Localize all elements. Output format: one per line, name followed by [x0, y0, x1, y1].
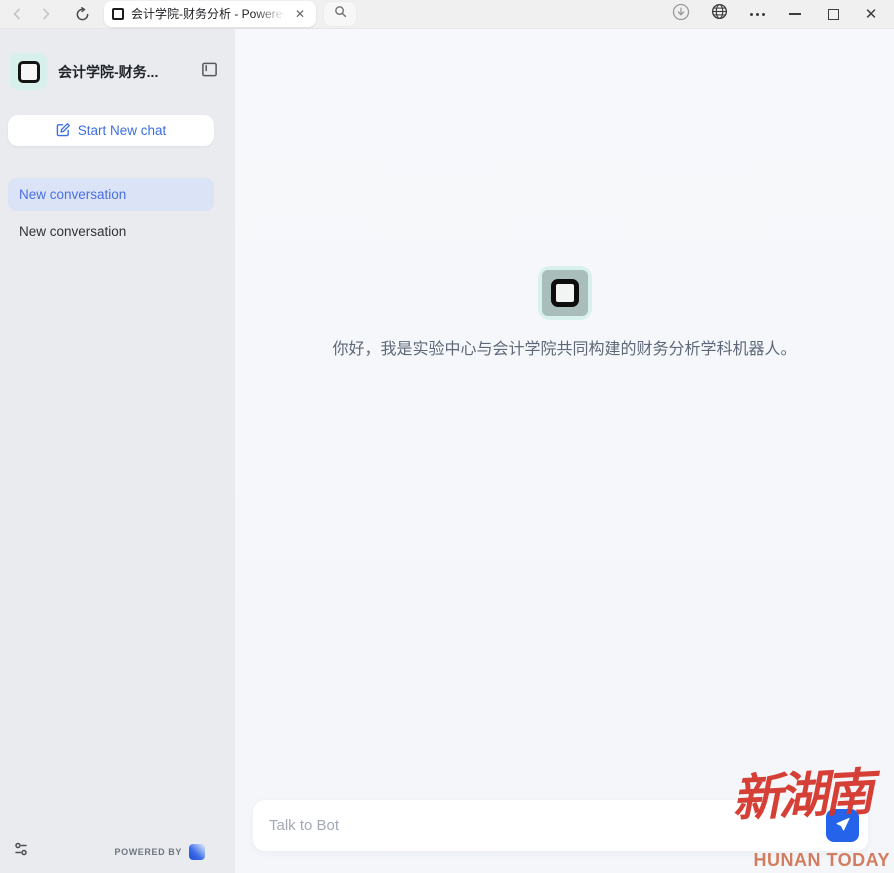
dify-logo-icon[interactable] — [189, 844, 205, 860]
conversation-label: New conversation — [19, 224, 126, 239]
back-icon — [10, 7, 24, 21]
chat-input-bar — [253, 800, 868, 851]
sidebar-footer: POWERED BY — [0, 841, 235, 862]
downloads-button[interactable] — [670, 3, 692, 25]
search-tabs-button[interactable] — [323, 1, 357, 27]
welcome-hero: 你好，我是实验中心与会计学院共同构建的财务分析学科机器人。 — [235, 266, 894, 359]
conversation-item[interactable]: New conversation — [8, 178, 214, 211]
refresh-icon — [75, 7, 90, 22]
more-icon — [750, 13, 765, 16]
tab-close-icon[interactable]: ✕ — [292, 6, 308, 22]
browser-menu-globe-button[interactable] — [708, 3, 730, 25]
compose-icon — [56, 122, 71, 140]
conversation-item[interactable]: New conversation — [8, 215, 214, 248]
search-icon — [334, 5, 347, 23]
sidebar-header: 会计学院-财务... — [0, 29, 235, 90]
globe-icon — [711, 3, 728, 25]
maximize-icon — [828, 9, 839, 20]
app-title: 会计学院-财务... — [58, 62, 190, 82]
app-logo-square-icon — [18, 61, 40, 83]
start-new-chat-button[interactable]: Start New chat — [8, 115, 214, 146]
app-logo — [10, 53, 47, 90]
download-icon — [672, 3, 690, 26]
chat-main: 你好，我是实验中心与会计学院共同构建的财务分析学科机器人。 — [235, 29, 894, 873]
conversation-label: New conversation — [19, 187, 126, 202]
maximize-button[interactable] — [822, 3, 844, 25]
bot-logo-image — [542, 270, 588, 316]
panel-left-icon — [201, 61, 218, 83]
window-close-icon: ✕ — [865, 7, 878, 22]
back-button[interactable] — [5, 2, 29, 26]
conversation-list: New conversation New conversation — [0, 178, 235, 248]
start-new-chat-label: Start New chat — [78, 123, 167, 138]
powered-by-label: POWERED BY — [114, 847, 182, 857]
bot-logo — [538, 266, 592, 320]
chat-input[interactable] — [269, 817, 826, 834]
bot-greeting: 你好，我是实验中心与会计学院共同构建的财务分析学科机器人。 — [235, 335, 894, 359]
settings-button[interactable] — [13, 841, 31, 862]
minimize-button[interactable] — [784, 3, 806, 25]
forward-button[interactable] — [34, 2, 58, 26]
window-close-button[interactable]: ✕ — [860, 3, 882, 25]
browser-titlebar: 会计学院-财务分析 - Powered ✕ ✕ — [0, 0, 894, 29]
collapse-sidebar-button[interactable] — [201, 63, 219, 81]
forward-icon — [39, 7, 53, 21]
minimize-icon — [789, 13, 801, 15]
tab-favicon-square-icon — [112, 8, 124, 20]
send-icon — [835, 816, 851, 835]
browser-tab[interactable]: 会计学院-财务分析 - Powered ✕ — [104, 1, 316, 27]
send-button[interactable] — [826, 809, 859, 842]
app-shell: 会计学院-财务... Start New chat New conversati… — [0, 29, 894, 873]
refresh-button[interactable] — [70, 2, 94, 26]
more-options-button[interactable] — [746, 3, 768, 25]
bot-logo-square-icon — [551, 279, 579, 307]
sliders-icon — [13, 841, 31, 862]
tab-title: 会计学院-财务分析 - Powered — [131, 6, 288, 22]
sidebar: 会计学院-财务... Start New chat New conversati… — [0, 29, 235, 873]
